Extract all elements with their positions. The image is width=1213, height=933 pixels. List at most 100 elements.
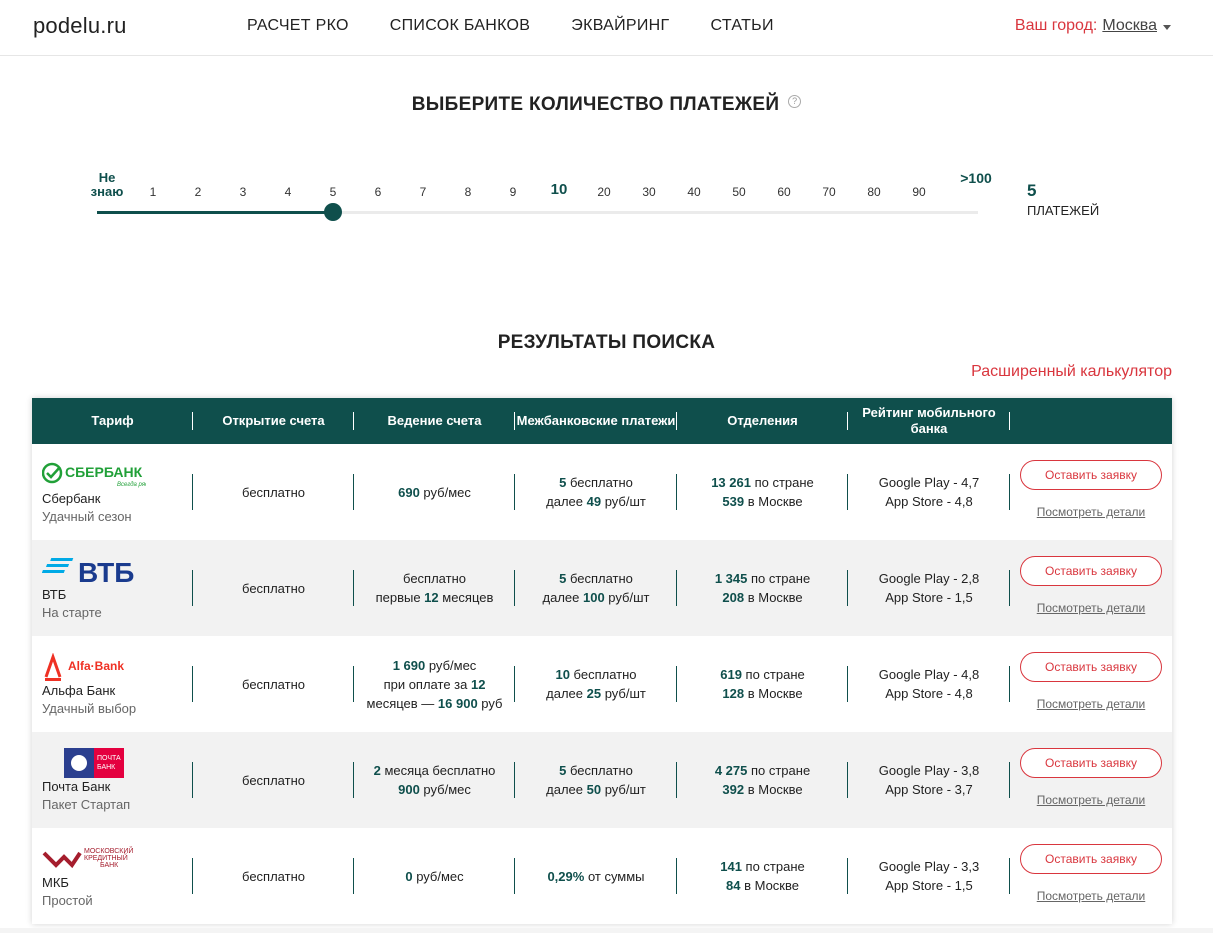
transfers-cell: 0,29% от суммы [515, 828, 677, 924]
value-bold: 25 [586, 686, 602, 701]
apply-button[interactable]: Оставить заявку [1020, 460, 1162, 490]
transfers-line: далее 25 руб/шт [546, 684, 646, 703]
value-bold: 392 [722, 782, 745, 797]
slider-tick[interactable]: 7 [420, 185, 427, 199]
value-text: по стране [741, 667, 805, 682]
table-body: СБЕРБАНК Всегда рядом Сбербанк Удачный сезо… [32, 444, 1172, 924]
table-row: Alfa·Bank Альфа Банк Удачный выбор бесплатн… [32, 636, 1172, 732]
slider-tick[interactable]: 3 [240, 185, 247, 199]
tariff-name: Простой [42, 893, 93, 908]
value-bold: 84 [726, 878, 741, 893]
slider-tick[interactable]: 30 [642, 185, 655, 199]
value-bold: 13 261 [711, 475, 751, 490]
value-bold: 690 [398, 484, 420, 500]
slider-tick[interactable]: 2 [195, 185, 202, 199]
slider-tick[interactable]: 40 [687, 185, 700, 199]
app-store-rating: App Store - 1,5 [885, 590, 973, 605]
app-store-rating: App Store - 3,7 [885, 782, 973, 797]
value-text: далее [546, 686, 587, 701]
alfa-bank-logo[interactable]: Alfa·Bank [42, 653, 138, 681]
value-text: по стране [747, 763, 811, 778]
details-link[interactable]: Посмотреть детали [1037, 503, 1146, 522]
slider-tick[interactable]: 50 [732, 185, 745, 199]
maintenance-cell: 0 руб/мес [354, 828, 515, 924]
apply-button[interactable]: Оставить заявку [1020, 556, 1162, 586]
maintenance-line: 900 руб/мес [398, 780, 471, 799]
value-text: в Москве [744, 782, 803, 797]
apply-button[interactable]: Оставить заявку [1020, 844, 1162, 874]
slider-tick[interactable]: 6 [375, 185, 382, 199]
tariff-cell: Alfa·Bank Альфа Банк Удачный выбор [32, 636, 193, 732]
help-icon[interactable]: ? [788, 95, 802, 108]
value-bold: 10 [555, 667, 570, 682]
opening-cell: бесплатно [193, 732, 354, 828]
maintenance-line: 2 месяца бесплатно [374, 761, 496, 780]
value-text: в Москве [744, 686, 803, 701]
slider-tick[interactable]: >100 [960, 170, 992, 186]
value-text: бесплатно [403, 571, 466, 586]
transfers-line: 5 бесплатно [559, 569, 633, 588]
slider-track-fill [97, 211, 333, 214]
city-name[interactable]: Москва [1102, 17, 1157, 35]
svg-text:МОСКОВСКИЙ: МОСКОВСКИЙ [84, 846, 133, 855]
city-selector[interactable]: Ваш город: Москва [1015, 17, 1171, 35]
slider-tick[interactable]: 4 [285, 185, 292, 199]
value-text: в Москве [744, 494, 803, 509]
slider-tick[interactable]: 90 [912, 185, 925, 199]
transfers-cell: 5 бесплатно далее 50 руб/шт [515, 732, 677, 828]
branches-cell: 1 345 по стране 208 в Москве [677, 540, 848, 636]
slider-tick[interactable]: 8 [465, 185, 472, 199]
slider-tick[interactable]: 20 [597, 185, 610, 199]
nav-articles[interactable]: СТАТЬИ [711, 17, 774, 35]
app-store-rating: App Store - 4,8 [885, 686, 973, 701]
apply-button[interactable]: Оставить заявку [1020, 748, 1162, 778]
branches-line: 84 в Москве [726, 876, 799, 895]
slider-tick[interactable]: 5 [330, 185, 337, 199]
sberbank-logo[interactable]: СБЕРБАНК Всегда рядом [42, 461, 146, 489]
site-logo[interactable]: podelu.ru [33, 13, 127, 39]
slider-tick[interactable]: 70 [822, 185, 835, 199]
svg-text:Alfa·Bank: Alfa·Bank [68, 659, 124, 673]
slider-tick[interactable]: 60 [777, 185, 790, 199]
pochta-bank-logo[interactable]: ПОЧТА БАНК [42, 748, 126, 778]
slider-tick[interactable]: 9 [510, 185, 517, 199]
vtb-logo[interactable]: ВТБ [42, 557, 138, 586]
opening-value: бесплатно [242, 484, 305, 500]
details-link[interactable]: Посмотреть детали [1037, 695, 1146, 714]
slider-handle[interactable] [324, 203, 342, 221]
payments-slider[interactable]: Не знаю 1 2 3 4 5 6 7 8 9 10 20 30 40 50 60 70 80 90 >100 [91, 170, 992, 230]
maintenance-line: первые 12 месяцев [376, 588, 494, 607]
rating-cell: Google Play - 3,8 App Store - 3,7 [848, 732, 1010, 828]
details-link[interactable]: Посмотреть детали [1037, 791, 1146, 810]
opening-value: бесплатно [242, 772, 305, 788]
nav-acquiring[interactable]: ЭКВАЙРИНГ [571, 17, 669, 35]
table-row: СБЕРБАНК Всегда рядом Сбербанк Удачный сезо… [32, 444, 1172, 540]
branches-line: 208 в Москве [722, 588, 802, 607]
slider-tick[interactable]: 1 [150, 185, 157, 199]
mkb-logo[interactable]: МОСКОВСКИЙ КРЕДИТНЫЙ БАНК [42, 845, 146, 873]
value-text: далее [542, 590, 583, 605]
slider-tick[interactable]: Не знаю [91, 171, 124, 199]
value-bold: 100 [582, 590, 605, 605]
advanced-calculator-link[interactable]: Расширенный калькулятор [971, 363, 1172, 381]
slider-tick[interactable]: 10 [551, 181, 568, 198]
slider-tick[interactable]: 80 [867, 185, 880, 199]
app-store-rating: App Store - 1,5 [885, 878, 973, 893]
column-header: Межбанковские платежи [515, 398, 677, 444]
details-link[interactable]: Посмотреть детали [1037, 887, 1146, 906]
branches-line: 128 в Москве [722, 684, 802, 703]
chevron-down-icon[interactable] [1163, 24, 1171, 30]
apply-button[interactable]: Оставить заявку [1020, 652, 1162, 682]
value-text: руб/мес [412, 868, 464, 884]
value-bold: 4 275 [714, 763, 748, 778]
tariff-cell: МОСКОВСКИЙ КРЕДИТНЫЙ БАНК МКБ Простой [32, 828, 193, 924]
opening-value: бесплатно [242, 676, 305, 692]
slider-track[interactable] [97, 211, 978, 214]
branches-line: 392 в Москве [722, 780, 802, 799]
bank-name: МКБ [42, 875, 69, 890]
details-link[interactable]: Посмотреть детали [1037, 599, 1146, 618]
nav-rko[interactable]: РАСЧЕТ РКО [247, 17, 349, 35]
branches-cell: 619 по стране 128 в Москве [677, 636, 848, 732]
nav-bank-list[interactable]: СПИСОК БАНКОВ [390, 17, 531, 35]
tariff-name: На старте [42, 605, 102, 620]
